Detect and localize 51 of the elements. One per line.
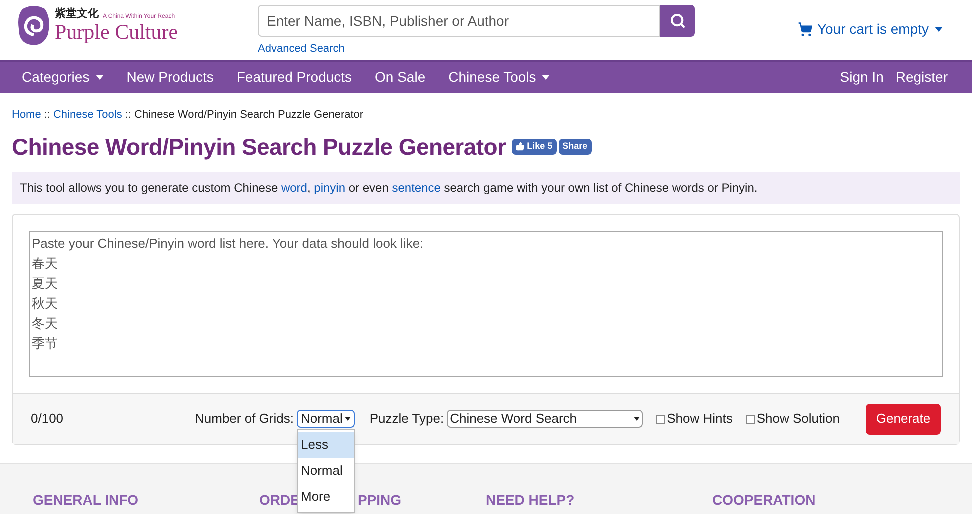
character-counter: 0/100 — [31, 410, 65, 428]
intro-text: This tool allows you to generate custom Chinese word, pinyin or even sentence search game with your own list of Chinese words or Pinyin. — [20, 180, 758, 197]
logo-name: Purple Culture — [55, 22, 178, 43]
checkbox-label: Show Solution — [756, 410, 840, 428]
puzzle-type-select[interactable]: Chinese Word Search — [447, 410, 644, 428]
logo-chinese-text: 紫堂文化 — [55, 9, 99, 20]
grids-select[interactable]: Normal — [296, 410, 355, 428]
checkbox-label: Show Hints — [667, 410, 733, 428]
caret-icon — [935, 27, 943, 32]
breadcrumb-link[interactable]: Chinese Tools — [53, 107, 122, 124]
word-list-field[interactable]: Paste your Chinese/Pinyin word list here. Your data should look like: 春天 夏天 秋天 冬天 季节 — [29, 231, 943, 377]
grids-label: Number of Grids: — [195, 410, 294, 428]
logo-swirl-icon — [17, 5, 51, 47]
nav-link[interactable]: Sign In — [840, 67, 884, 88]
footer-heading: GENERAL INFO — [33, 491, 139, 510]
thumbs-up-icon — [516, 142, 526, 152]
intro-link[interactable]: word — [281, 181, 308, 195]
advanced-search-link[interactable]: Advanced Search — [258, 41, 695, 58]
share-button[interactable]: Share — [558, 138, 592, 155]
checkbox[interactable] — [656, 414, 666, 424]
cart-link[interactable]: Your cart is empty — [798, 19, 943, 40]
search-icon — [670, 13, 686, 29]
puzzle-type-label: Puzzle Type: — [370, 410, 444, 428]
like-button[interactable]: Like 5 — [512, 138, 557, 155]
breadcrumb-separator: :: — [44, 108, 50, 123]
page-title: Chinese Word/Pinyin Search Puzzle Generator — [12, 132, 506, 162]
nav-link[interactable]: Featured Products — [236, 67, 352, 88]
nav-link[interactable]: On Sale — [375, 67, 426, 88]
intro-link[interactable]: sentence — [392, 181, 441, 195]
footer-heading: COOPERATION — [712, 491, 816, 510]
nav-link[interactable]: New Products — [126, 67, 214, 88]
cart-icon — [798, 22, 814, 37]
nav-link[interactable]: Categories — [22, 67, 104, 88]
breadcrumb-link[interactable]: Home — [12, 107, 42, 124]
intro-link[interactable]: pinyin — [314, 181, 346, 195]
footer-heading: NEED HELP? — [486, 491, 575, 510]
dropdown-option[interactable]: More — [298, 484, 354, 510]
select-arrow-icon — [344, 417, 351, 421]
footer-heading: ORDE — [260, 491, 300, 510]
dropdown-option[interactable]: Less — [298, 432, 354, 458]
generate-button[interactable]: Generate — [866, 404, 941, 434]
breadcrumb-current: Chinese Word/Pinyin Search Puzzle Generator — [134, 108, 364, 123]
nav-link[interactable]: Chinese Tools — [448, 67, 550, 88]
checkbox[interactable] — [746, 414, 755, 424]
nav-link[interactable]: Register — [896, 67, 948, 88]
select-arrow-icon — [634, 417, 640, 421]
search-field[interactable]: Enter Name, ISBN, Publisher or Author — [258, 5, 660, 37]
breadcrumb-separator: :: — [125, 108, 132, 123]
search-button[interactable] — [660, 5, 695, 37]
footer-heading: PPING — [358, 491, 402, 510]
dropdown-option[interactable]: Normal — [298, 458, 354, 484]
